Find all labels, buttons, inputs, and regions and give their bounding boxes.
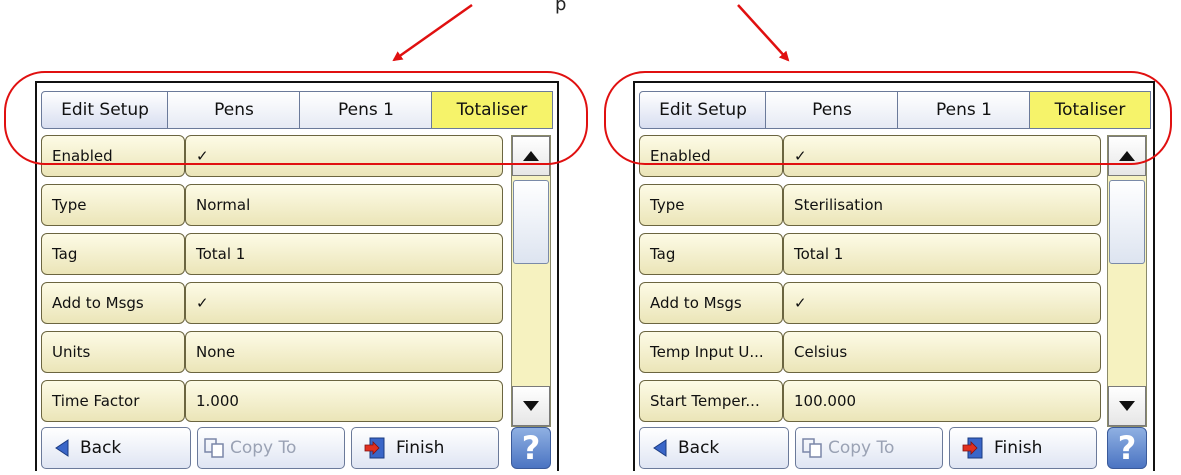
bottom-toolbar: Back Copy To Finish ? — [639, 427, 1151, 473]
setting-value[interactable]: Normal — [185, 184, 503, 226]
finish-door-icon — [962, 437, 984, 459]
setting-value[interactable]: None — [185, 331, 503, 373]
back-label: Back — [678, 438, 720, 458]
copy-icon — [204, 438, 226, 458]
setting-label: Enabled — [639, 135, 783, 177]
setting-value[interactable]: Total 1 — [185, 233, 503, 275]
setting-value[interactable]: 1.000 — [185, 380, 503, 422]
finish-button[interactable]: Finish — [949, 427, 1097, 469]
setting-value[interactable]: Sterilisation — [783, 184, 1101, 226]
copy-to-label: Copy To — [230, 438, 297, 458]
setting-label: Enabled — [41, 135, 185, 177]
setting-label: Time Factor — [41, 380, 185, 422]
help-button[interactable]: ? — [511, 427, 551, 469]
scroll-thumb[interactable] — [1109, 180, 1145, 264]
setting-value-check[interactable]: ✓ — [783, 282, 1101, 324]
setting-value[interactable]: Total 1 — [783, 233, 1101, 275]
breadcrumb-edit-setup[interactable]: Edit Setup — [41, 91, 169, 129]
scroll-up-button[interactable] — [1108, 136, 1146, 176]
back-label: Back — [80, 438, 122, 458]
left-screen: Edit Setup Pens Pens 1 Totaliser Enabled… — [35, 81, 559, 471]
scrollbar[interactable] — [511, 135, 551, 427]
breadcrumb-edit-setup[interactable]: Edit Setup — [639, 91, 767, 129]
bottom-toolbar: Back Copy To Finish ? — [41, 427, 555, 473]
setting-value-check[interactable]: ✓ — [185, 135, 503, 177]
breadcrumb-totaliser[interactable]: Totaliser — [1029, 91, 1151, 129]
scroll-up-button[interactable] — [512, 136, 550, 176]
breadcrumb-pens-1[interactable]: Pens 1 — [299, 91, 433, 129]
setting-value-check[interactable]: ✓ — [783, 135, 1101, 177]
breadcrumb: Edit Setup Pens Pens 1 Totaliser — [639, 87, 1151, 133]
back-button[interactable]: Back — [639, 427, 789, 469]
arrow-down-icon — [523, 401, 539, 411]
scrollbar[interactable] — [1107, 135, 1147, 427]
setting-value[interactable]: Celsius — [783, 331, 1101, 373]
breadcrumb-pens[interactable]: Pens — [765, 91, 899, 129]
back-button[interactable]: Back — [41, 427, 191, 469]
breadcrumb-pens-1[interactable]: Pens 1 — [897, 91, 1031, 129]
scroll-down-button[interactable] — [512, 386, 550, 426]
arrow-up-icon — [523, 151, 539, 161]
finish-door-icon — [364, 437, 386, 459]
breadcrumb: Edit Setup Pens Pens 1 Totaliser — [41, 87, 553, 133]
breadcrumb-totaliser[interactable]: Totaliser — [431, 91, 553, 129]
setting-label: Type — [41, 184, 185, 226]
setting-label: Temp Input U... — [639, 331, 783, 373]
setting-label: Start Temper... — [639, 380, 783, 422]
back-arrow-icon — [652, 439, 668, 457]
arrow-down-icon — [1119, 401, 1135, 411]
setting-label: Add to Msgs — [639, 282, 783, 324]
annotation-arrow-left — [392, 3, 473, 62]
finish-label: Finish — [994, 438, 1043, 458]
copy-to-button[interactable]: Copy To — [197, 427, 345, 469]
setting-label: Add to Msgs — [41, 282, 185, 324]
setting-label: Units — [41, 331, 185, 373]
setting-value[interactable]: 100.000 — [783, 380, 1101, 422]
help-button[interactable]: ? — [1107, 427, 1147, 469]
scroll-down-button[interactable] — [1108, 386, 1146, 426]
finish-label: Finish — [396, 438, 445, 458]
copy-icon — [802, 438, 824, 458]
setting-label: Tag — [639, 233, 783, 275]
back-arrow-icon — [54, 439, 70, 457]
setting-label: Type — [639, 184, 783, 226]
top-caption-fragment: p — [555, 0, 567, 15]
annotation-arrow-right — [737, 4, 790, 62]
right-screen: Edit Setup Pens Pens 1 Totaliser Enabled… — [633, 81, 1155, 471]
scroll-thumb[interactable] — [513, 180, 549, 264]
setting-value-check[interactable]: ✓ — [185, 282, 503, 324]
arrow-up-icon — [1119, 151, 1135, 161]
breadcrumb-pens[interactable]: Pens — [167, 91, 301, 129]
finish-button[interactable]: Finish — [351, 427, 499, 469]
setting-label: Tag — [41, 233, 185, 275]
copy-to-button[interactable]: Copy To — [795, 427, 943, 469]
copy-to-label: Copy To — [828, 438, 895, 458]
